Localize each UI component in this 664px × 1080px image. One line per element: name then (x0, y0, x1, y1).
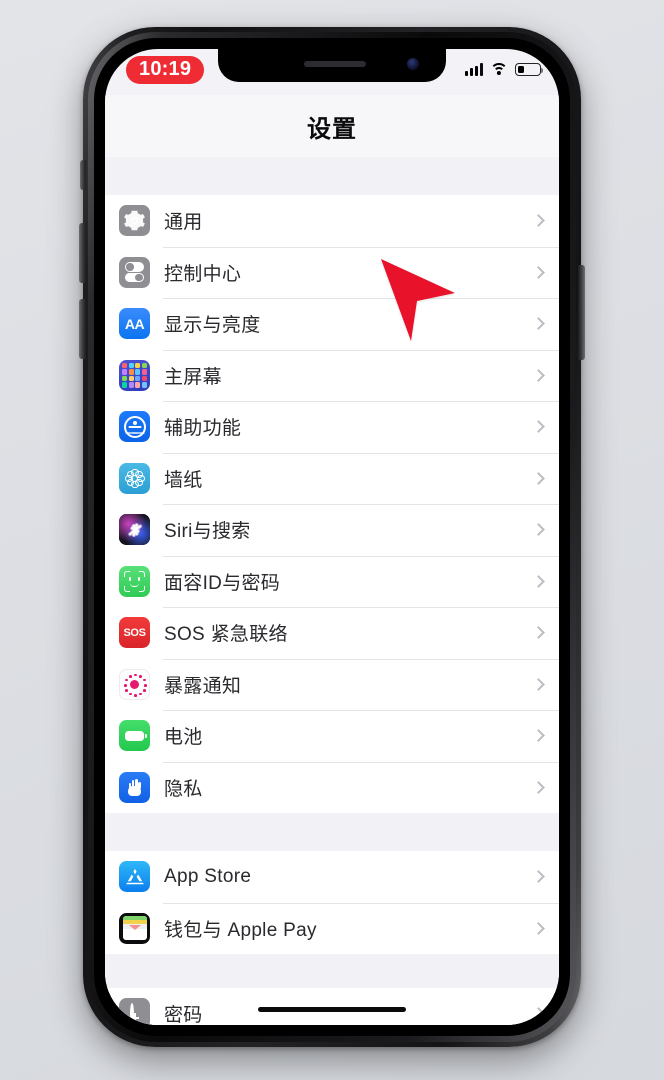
settings-row-store-1[interactable]: 钱包与 Apple Pay (105, 902, 559, 954)
section-spacer-2 (105, 954, 559, 988)
settings-group-system: 通用 控制中心 AA 显示与亮度 主屏幕 辅助功能 墙纸 Siri与搜索 面容ID与密码 SOS S… (105, 195, 559, 813)
chevron-right-icon (532, 317, 545, 331)
settings-row-system-8[interactable]: SOS SOS 紧急联络 (105, 607, 559, 659)
settings-row-label: 墙纸 (164, 469, 203, 491)
volume-up-button[interactable] (79, 223, 86, 283)
settings-row-system-3[interactable]: 主屏幕 (105, 349, 559, 401)
settings-row-label: 面容ID与密码 (164, 572, 281, 594)
signal-bars-icon (465, 63, 483, 76)
chevron-right-icon (532, 574, 545, 588)
settings-row-system-5[interactable]: 墙纸 (105, 452, 559, 504)
volume-down-button[interactable] (79, 299, 86, 359)
status-bar-indicators (465, 63, 544, 76)
settings-row-system-1[interactable]: 控制中心 (105, 246, 559, 298)
gear-icon (119, 205, 150, 237)
chevron-right-icon (532, 1007, 545, 1021)
earpiece-speaker-icon (304, 61, 366, 67)
settings-scroll-view[interactable]: 通用 控制中心 AA 显示与亮度 主屏幕 辅助功能 墙纸 Siri与搜索 面容ID与密码 SOS S… (105, 157, 559, 1025)
settings-row-label: 电池 (164, 727, 203, 749)
settings-row-label: 主屏幕 (164, 366, 222, 388)
front-camera-icon (407, 58, 419, 70)
chevron-right-icon (532, 420, 545, 434)
chevron-right-icon (532, 780, 545, 794)
chevron-right-icon (532, 921, 545, 935)
settings-row-label: 辅助功能 (164, 418, 242, 440)
siri-orb-icon (119, 514, 150, 546)
toggles-icon (119, 256, 150, 288)
settings-row-label: 控制中心 (164, 263, 242, 285)
chevron-right-icon (532, 677, 545, 691)
status-bar-time: 10:19 (126, 56, 205, 84)
wallet-icon (119, 912, 150, 944)
chevron-right-icon (532, 870, 545, 884)
chevron-right-icon (532, 523, 545, 537)
battery-icon (515, 63, 544, 76)
section-spacer-1 (105, 813, 559, 851)
settings-row-label: 暴露通知 (164, 675, 242, 697)
display-aa-icon: AA (119, 308, 150, 340)
settings-row-system-11[interactable]: 隐私 (105, 761, 559, 813)
passwords-key-icon (119, 998, 150, 1025)
power-button[interactable] (578, 265, 585, 360)
settings-row-system-7[interactable]: 面容ID与密码 (105, 555, 559, 607)
settings-row-system-10[interactable]: 电池 (105, 710, 559, 762)
page-title: 设置 (307, 115, 357, 143)
navigation-bar: 设置 (105, 95, 559, 157)
home-indicator (258, 1006, 406, 1012)
settings-row-system-6[interactable]: Siri与搜索 (105, 504, 559, 556)
settings-row-label: SOS 紧急联络 (164, 624, 288, 646)
settings-row-label: 隐私 (164, 778, 203, 800)
settings-row-label: 显示与亮度 (164, 315, 261, 337)
section-spacer-top (105, 157, 559, 195)
chevron-right-icon (532, 729, 545, 743)
display-notch (218, 49, 446, 82)
battery-green-icon (119, 720, 150, 752)
chevron-right-icon (532, 265, 545, 279)
settings-row-system-9[interactable]: 暴露通知 (105, 658, 559, 710)
exposure-notification-icon (119, 668, 150, 700)
settings-row-store-0[interactable]: App Store (105, 851, 559, 903)
settings-row-label: 钱包与 Apple Pay (164, 919, 317, 941)
chevron-right-icon (532, 368, 545, 382)
phone-device-frame: 10:19 设置 通用控制中心 AA 显示与亮度主屏幕辅助功能墙纸 Siri与搜索面容… (79, 27, 585, 1047)
settings-row-system-0[interactable]: 通用 (105, 195, 559, 247)
settings-row-label: 通用 (164, 212, 203, 234)
settings-row-label: 密码 (164, 1005, 203, 1025)
settings-row-label: Siri与搜索 (164, 521, 251, 543)
settings-row-system-2[interactable]: AA 显示与亮度 (105, 298, 559, 350)
face-id-icon (119, 565, 150, 597)
chevron-right-icon (532, 214, 545, 228)
mute-switch-button[interactable] (80, 160, 86, 190)
sos-icon: SOS (119, 617, 150, 649)
settings-row-system-4[interactable]: 辅助功能 (105, 401, 559, 453)
home-screen-grid-icon (119, 359, 150, 391)
wifi-icon (490, 63, 508, 76)
settings-row-label: App Store (164, 865, 252, 887)
chevron-right-icon (532, 626, 545, 640)
chevron-right-icon (532, 471, 545, 485)
phone-screen: 10:19 设置 通用控制中心 AA 显示与亮度主屏幕辅助功能墙纸 Siri与搜索面容… (105, 49, 559, 1025)
wallpaper-flower-icon (119, 462, 150, 494)
privacy-hand-icon (119, 771, 150, 803)
accessibility-icon (119, 411, 150, 443)
settings-group-store: App Store 钱包与 Apple Pay (105, 851, 559, 954)
app-store-icon (119, 861, 150, 893)
